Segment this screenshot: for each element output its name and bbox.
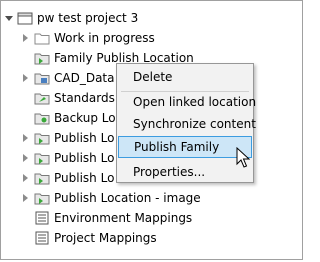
menu-item-synchronize-content[interactable]: Synchronize content <box>117 113 256 135</box>
expand-arrow-icon[interactable] <box>23 194 28 202</box>
mapping-icon <box>35 211 49 225</box>
tree-item-root[interactable]: pw test project 3 <box>1 8 301 28</box>
publish-location-icon <box>34 133 50 145</box>
tree-item-label: Publish Lo <box>54 151 115 165</box>
tree-item-label: Work in progress <box>54 31 155 45</box>
menu-item-delete[interactable]: Delete <box>117 66 253 88</box>
tree-item-label: Publish Lo <box>54 171 115 185</box>
tree-item-publish-location-image[interactable]: Publish Location - image <box>1 188 301 208</box>
tree-item-label: Publish Lo <box>54 131 115 145</box>
cad-folder-icon <box>34 73 50 85</box>
expand-arrow-icon[interactable] <box>23 74 28 82</box>
mouse-pointer-icon <box>236 147 250 168</box>
tree-item-project-mappings[interactable]: Project Mappings <box>1 228 301 248</box>
tree-item-label: Project Mappings <box>54 231 157 245</box>
tree-item-label: Publish Location - image <box>54 191 201 205</box>
project-folder-icon <box>17 12 33 25</box>
standards-folder-icon <box>34 93 50 105</box>
context-menu: Delete Open linked location Synchronize … <box>116 63 256 183</box>
tree-item-environment-mappings[interactable]: Environment Mappings <box>1 208 301 228</box>
publish-location-icon <box>34 53 50 65</box>
publish-location-icon <box>34 173 50 185</box>
mapping-icon <box>35 231 49 245</box>
tree-item-work-in-progress[interactable]: Work in progress <box>1 28 301 48</box>
collapse-arrow-icon[interactable] <box>5 16 13 21</box>
tree-item-label: Standards <box>54 91 115 105</box>
backup-folder-icon <box>34 113 50 125</box>
menu-item-properties[interactable]: Properties... <box>117 161 253 183</box>
expand-arrow-icon[interactable] <box>23 134 28 142</box>
menu-item-publish-family[interactable]: Publish Family <box>118 136 252 158</box>
publish-location-icon <box>34 153 50 165</box>
expand-arrow-icon[interactable] <box>23 34 28 42</box>
menu-item-open-linked-location[interactable]: Open linked location <box>117 91 256 113</box>
publish-location-icon <box>34 193 50 205</box>
expand-arrow-icon[interactable] <box>23 174 28 182</box>
tree-item-label: CAD_Data <box>54 71 115 85</box>
tree-item-label: Environment Mappings <box>54 211 193 225</box>
tree-item-label: pw test project 3 <box>37 11 139 25</box>
folder-icon <box>34 33 50 45</box>
expand-arrow-icon[interactable] <box>23 154 28 162</box>
tree-item-label: Backup Lo <box>54 111 116 125</box>
